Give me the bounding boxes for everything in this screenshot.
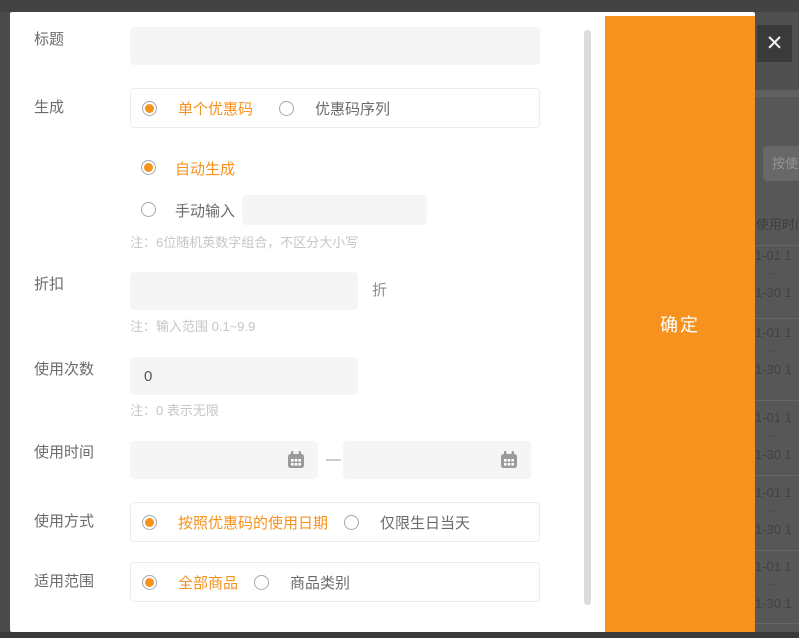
scope-label: 适用范围 (34, 572, 94, 592)
row-start-date: 1-01 1 (755, 323, 799, 342)
usage-count-input[interactable] (130, 357, 358, 395)
radio-all-products-label[interactable]: 全部商品 (178, 572, 238, 593)
usage-count-note: 注：0 表示无限 (130, 402, 219, 420)
table-row: 1-01 1 ~ 1-30 1 (755, 483, 799, 539)
end-date-input[interactable] (343, 441, 531, 479)
radio-birthday-only[interactable] (344, 515, 359, 530)
generate-note: 注：6位随机英数字组合，不区分大小写 (130, 234, 358, 252)
background-page-area: 按使用时间 使用时间 1-01 1 ~ 1-30 1 1-01 1 ~ 1-30… (755, 12, 799, 632)
table-row: 1-01 1 ~ 1-30 1 (755, 246, 799, 302)
radio-manual-input[interactable] (141, 202, 156, 217)
row-end-date: 1-30 1 (755, 283, 799, 302)
backdrop-top-strip (0, 0, 799, 12)
table-divider (755, 475, 799, 476)
table-row: 1-01 1 ~ 1-30 1 (755, 408, 799, 464)
row-start-date: 1-01 1 (755, 557, 799, 576)
modal-scrollbar[interactable] (584, 30, 591, 605)
radio-product-category-label[interactable]: 商品类别 (290, 572, 350, 593)
radio-by-usage-date[interactable] (142, 515, 157, 530)
row-tilde: ~ (755, 427, 799, 445)
row-tilde: ~ (755, 265, 799, 283)
row-tilde: ~ (755, 576, 799, 594)
generate-radio-group: 单个优惠码 优惠码序列 (130, 88, 540, 128)
radio-auto-generate[interactable] (141, 160, 156, 175)
confirm-button[interactable]: 确定 (605, 16, 755, 632)
scope-radio-group: 全部商品 商品类别 (130, 562, 540, 602)
row-end-date: 1-30 1 (755, 520, 799, 539)
row-tilde: ~ (755, 502, 799, 520)
row-start-date: 1-01 1 (755, 483, 799, 502)
radio-auto-generate-label[interactable]: 自动生成 (175, 158, 235, 179)
table-divider (755, 550, 799, 551)
title-label: 标题 (34, 30, 64, 50)
date-range-separator: — (324, 450, 343, 470)
row-tilde: ~ (755, 342, 799, 360)
radio-single-code-label[interactable]: 单个优惠码 (178, 98, 253, 119)
background-filter-button[interactable]: 按使用时间 (763, 146, 799, 181)
manual-code-input[interactable] (242, 195, 427, 225)
table-row: 1-01 1 ~ 1-30 1 (755, 557, 799, 613)
background-divider-band (755, 90, 799, 97)
discount-label: 折扣 (34, 275, 64, 295)
usage-count-label: 使用次数 (34, 360, 94, 380)
backdrop-bottom-strip (0, 632, 799, 638)
radio-all-products[interactable] (142, 575, 157, 590)
table-divider (755, 318, 799, 319)
discount-note: 注：输入范围 0.1~9.9 (130, 318, 255, 336)
radio-manual-input-label[interactable]: 手动输入 (175, 200, 235, 221)
usage-time-label: 使用时间 (34, 443, 94, 463)
row-end-date: 1-30 1 (755, 445, 799, 464)
usage-method-label: 使用方式 (34, 512, 94, 532)
calendar-icon (286, 450, 306, 470)
row-start-date: 1-01 1 (755, 246, 799, 265)
usage-method-radio-group: 按照优惠码的使用日期 仅限生日当天 (130, 502, 540, 542)
calendar-icon (499, 450, 519, 470)
radio-code-series[interactable] (279, 101, 294, 116)
start-date-input[interactable] (130, 441, 318, 479)
title-input[interactable] (130, 27, 540, 65)
close-icon: ✕ (766, 31, 784, 56)
table-row: 1-01 1 ~ 1-30 1 (755, 323, 799, 379)
generate-label: 生成 (34, 98, 64, 118)
row-end-date: 1-30 1 (755, 594, 799, 613)
radio-code-series-label[interactable]: 优惠码序列 (315, 98, 390, 119)
coupon-dialog: 标题 生成 单个优惠码 优惠码序列 自动生成 手动输入 注：6位随机英数字组合，… (10, 12, 755, 632)
discount-input[interactable] (130, 272, 358, 310)
table-divider (755, 400, 799, 401)
radio-by-usage-date-label[interactable]: 按照优惠码的使用日期 (178, 512, 328, 533)
row-start-date: 1-01 1 (755, 408, 799, 427)
radio-single-code[interactable] (142, 101, 157, 116)
row-end-date: 1-30 1 (755, 360, 799, 379)
background-table-header: 使用时间 (756, 214, 799, 233)
radio-birthday-only-label[interactable]: 仅限生日当天 (380, 512, 470, 533)
close-button[interactable]: ✕ (757, 25, 792, 62)
discount-suffix: 折 (372, 281, 387, 301)
confirm-button-label: 确定 (660, 311, 700, 337)
radio-product-category[interactable] (254, 575, 269, 590)
table-divider (755, 623, 799, 624)
